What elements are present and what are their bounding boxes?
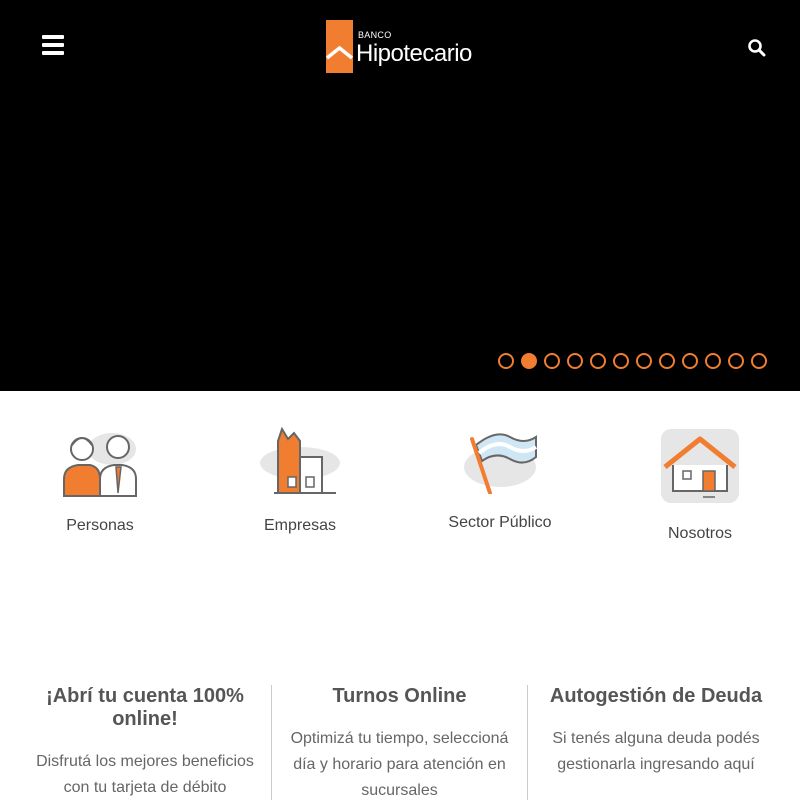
category-nosotros[interactable]: Nosotros bbox=[600, 427, 800, 543]
carousel-dot-7[interactable] bbox=[636, 353, 652, 369]
carousel-dot-12[interactable] bbox=[751, 353, 767, 369]
carousel-dot-11[interactable] bbox=[728, 353, 744, 369]
carousel-dot-3[interactable] bbox=[544, 353, 560, 369]
carousel-dot-5[interactable] bbox=[590, 353, 606, 369]
category-personas[interactable]: Personas bbox=[0, 427, 200, 535]
carousel-dot-1[interactable] bbox=[498, 353, 514, 369]
category-label: Nosotros bbox=[667, 525, 733, 542]
category-empresas[interactable]: Empresas bbox=[200, 427, 400, 535]
info-section: ¡Abrí tu cuenta 100% online! Disfrutá lo… bbox=[0, 680, 800, 800]
category-label: Empresas bbox=[263, 517, 337, 534]
info-title[interactable]: Turnos Online bbox=[272, 685, 527, 708]
carousel-dot-6[interactable] bbox=[613, 353, 629, 369]
carousel-dot-10[interactable] bbox=[705, 353, 721, 369]
info-text: Si tenés alguna deuda podés gestionarla … bbox=[552, 730, 760, 773]
carousel-dot-8[interactable] bbox=[659, 353, 675, 369]
logo-name-text: Hipotecario bbox=[356, 40, 472, 67]
search-icon[interactable] bbox=[747, 38, 767, 58]
logo-banco-text: BANCO bbox=[358, 30, 392, 40]
category-label: Sector Público bbox=[448, 514, 552, 531]
info-text: Optimizá tu tiempo, seleccioná día y hor… bbox=[290, 730, 509, 799]
people-icon bbox=[63, 433, 137, 497]
hamburger-menu-icon[interactable] bbox=[42, 35, 64, 55]
category-label: Personas bbox=[66, 517, 134, 534]
info-card-turnos[interactable]: Turnos Online Optimizá tu tiempo, selecc… bbox=[272, 680, 527, 804]
carousel-pagination bbox=[498, 353, 767, 369]
carousel-dot-4[interactable] bbox=[567, 353, 583, 369]
info-card-deuda[interactable]: Autogestión de Deuda Si tenés alguna deu… bbox=[528, 680, 784, 778]
house-icon bbox=[661, 429, 739, 503]
info-title[interactable]: ¡Abrí tu cuenta 100% online! bbox=[14, 685, 276, 731]
carousel-dot-2[interactable] bbox=[521, 353, 537, 369]
bank-logo[interactable]: BANCO Hipotecario bbox=[326, 20, 476, 74]
info-title[interactable]: Autogestión de Deuda bbox=[528, 685, 784, 708]
info-card-cuenta[interactable]: ¡Abrí tu cuenta 100% online! Disfrutá lo… bbox=[14, 680, 276, 801]
carousel-dot-9[interactable] bbox=[682, 353, 698, 369]
category-nav: Personas Empresas Sector Público Nosotro… bbox=[0, 391, 800, 561]
category-sector-publico[interactable]: Sector Público bbox=[400, 427, 600, 532]
hero-carousel[interactable]: BANCO Hipotecario bbox=[0, 0, 800, 391]
buildings-icon bbox=[260, 427, 340, 494]
flag-icon bbox=[464, 433, 538, 494]
info-text: Disfrutá los mejores beneficios con tu t… bbox=[36, 753, 254, 796]
logo-mark-icon bbox=[326, 20, 353, 73]
